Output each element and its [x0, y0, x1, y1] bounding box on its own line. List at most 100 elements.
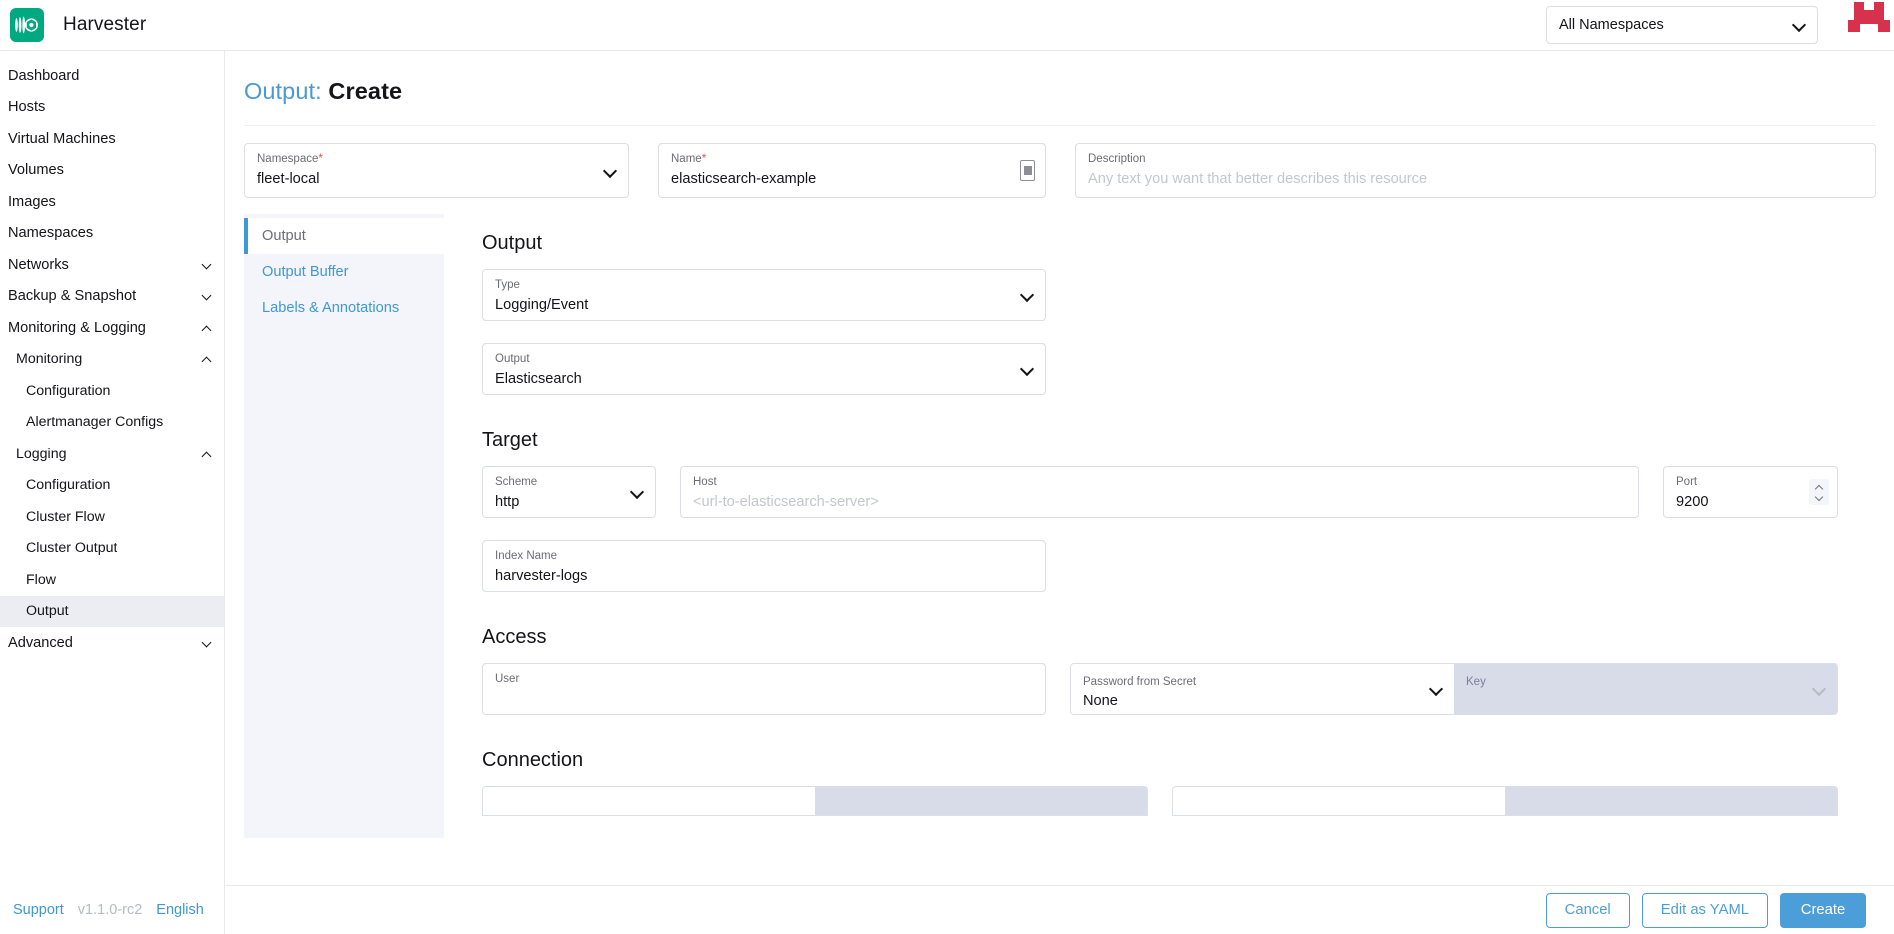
tab-list: Output Output Buffer Labels & Annotation… [244, 214, 444, 838]
password-from-secret-select[interactable]: Password from Secret None [1071, 664, 1454, 714]
rancher-mark-icon[interactable] [1848, 2, 1890, 48]
sidebar-item-hosts[interactable]: Hosts [0, 92, 224, 124]
connection-field-right [815, 787, 1147, 815]
resource-meta-row: Namespace* fleet-local Name* elasticsear… [226, 126, 1894, 198]
output-label: Output [495, 352, 1033, 366]
description-field[interactable]: Description Any text you want that bette… [1075, 143, 1876, 198]
sidebar-item-cluster-output[interactable]: Cluster Output [0, 533, 224, 565]
section-title-output: Output [482, 232, 1838, 255]
chevron-up-icon [202, 323, 212, 333]
support-link[interactable]: Support [13, 902, 64, 918]
sidebar-item-cluster-flow[interactable]: Cluster Flow [0, 501, 224, 533]
connection-field-right [1505, 787, 1837, 815]
scheme-select[interactable]: Scheme http [482, 466, 656, 518]
sidebar-item-label: Cluster Output [26, 540, 117, 556]
tab-labels-and-annotations[interactable]: Labels & Annotations [244, 290, 444, 326]
port-input[interactable]: Port 9200 [1663, 466, 1838, 518]
number-stepper-icon[interactable] [1809, 479, 1829, 505]
description-label: Description [1088, 152, 1863, 166]
sidebar-item-virtual-machines[interactable]: Virtual Machines [0, 123, 224, 155]
secret-key-select: Key [1454, 664, 1837, 714]
sidebar-item-label: Volumes [8, 162, 64, 178]
section-title-connection: Connection [482, 749, 1838, 772]
password-from-secret-value: None [1083, 693, 1442, 709]
chevron-down-icon [202, 291, 212, 301]
brand-name: Harvester [63, 14, 146, 36]
type-select[interactable]: Type Logging/Event [482, 269, 1046, 321]
description-placeholder: Any text you want that better describes … [1088, 169, 1863, 190]
tab-label: Output Buffer [262, 264, 349, 280]
brand[interactable]: Harvester [0, 8, 225, 42]
sidebar-nav: Dashboard Hosts Virtual Machines Volumes… [0, 51, 225, 900]
connection-field-pair-1[interactable] [482, 786, 1148, 816]
access-row: User Password from Secret None Key [482, 663, 1838, 715]
sidebar-item-logging-configuration[interactable]: Configuration [0, 470, 224, 502]
port-value: 9200 [1676, 492, 1825, 513]
port-label: Port [1676, 475, 1825, 489]
chevron-up-icon [202, 449, 212, 459]
main-content: Output: Create Namespace* fleet-local Na… [226, 51, 1894, 885]
page-title-action: Create [328, 78, 402, 104]
chevron-down-icon [1430, 683, 1442, 695]
tab-label: Labels & Annotations [262, 300, 399, 316]
generate-name-icon[interactable] [1020, 160, 1035, 181]
sidebar-item-label: Flow [26, 572, 56, 588]
section-title-access: Access [482, 626, 1838, 649]
user-input[interactable]: User [482, 663, 1046, 715]
namespace-filter-select[interactable]: All Namespaces [1546, 6, 1818, 44]
connection-field-left[interactable] [1173, 787, 1505, 815]
sidebar-item-alertmanager-configs[interactable]: Alertmanager Configs [0, 407, 224, 439]
stepper-down[interactable] [1815, 494, 1823, 499]
sidebar-item-images[interactable]: Images [0, 186, 224, 218]
connection-field-pair-2[interactable] [1172, 786, 1838, 816]
cancel-button[interactable]: Cancel [1546, 893, 1630, 928]
sidebar-item-backup-and-snapshot[interactable]: Backup & Snapshot [0, 281, 224, 313]
sidebar-item-label: Monitoring [16, 351, 82, 367]
index-name-input[interactable]: Index Name harvester-logs [482, 540, 1046, 592]
sidebar-item-label: Dashboard [8, 68, 79, 84]
name-field[interactable]: Name* elasticsearch-example [658, 143, 1046, 198]
sidebar-item-monitoring-and-logging[interactable]: Monitoring & Logging [0, 312, 224, 344]
sidebar-item-flow[interactable]: Flow [0, 564, 224, 596]
stepper-up[interactable] [1815, 485, 1823, 490]
connection-field-left[interactable] [483, 787, 815, 815]
sidebar-item-networks[interactable]: Networks [0, 249, 224, 281]
tab-output-buffer[interactable]: Output Buffer [244, 254, 444, 290]
create-button[interactable]: Create [1780, 893, 1866, 928]
sidebar-item-monitoring-configuration[interactable]: Configuration [0, 375, 224, 407]
namespace-label: Namespace* [257, 152, 616, 166]
host-input[interactable]: Host <url-to-elasticsearch-server> [680, 466, 1639, 518]
tab-label: Output [262, 228, 306, 244]
type-label: Type [495, 278, 1033, 292]
sidebar-item-advanced[interactable]: Advanced [0, 627, 224, 659]
sidebar-item-namespaces[interactable]: Namespaces [0, 218, 224, 250]
sidebar-item-dashboard[interactable]: Dashboard [0, 60, 224, 92]
sidebar-item-label: Hosts [8, 99, 45, 115]
sidebar-item-label: Namespaces [8, 225, 93, 241]
sidebar-item-label: Output [26, 603, 69, 619]
sidebar-item-label: Advanced [8, 635, 73, 651]
page-title: Output: Create [226, 51, 1894, 105]
output-select[interactable]: Output Elasticsearch [482, 343, 1046, 395]
edit-as-yaml-button[interactable]: Edit as YAML [1642, 893, 1768, 928]
type-value: Logging/Event [495, 295, 1033, 316]
language-link[interactable]: English [156, 902, 204, 918]
required-marker: * [702, 153, 706, 165]
output-type-row: Type Logging/Event [482, 269, 1838, 321]
chevron-down-icon [1793, 19, 1805, 31]
tab-output[interactable]: Output [244, 218, 444, 254]
sidebar-item-logging[interactable]: Logging [0, 438, 224, 470]
host-label: Host [693, 475, 1626, 489]
sidebar-item-label: Configuration [26, 383, 110, 399]
name-label: Name* [671, 152, 1033, 166]
sidebar-item-monitoring[interactable]: Monitoring [0, 344, 224, 376]
sidebar-item-output[interactable]: Output [0, 596, 224, 628]
top-bar: Harvester All Namespaces [0, 0, 1894, 51]
harvester-logo-icon [10, 8, 44, 42]
chevron-down-icon [202, 260, 212, 270]
sidebar-item-label: Backup & Snapshot [8, 288, 136, 304]
namespace-select[interactable]: Namespace* fleet-local [244, 143, 629, 198]
index-name-row: Index Name harvester-logs [482, 540, 1838, 592]
sidebar-item-volumes[interactable]: Volumes [0, 155, 224, 187]
host-placeholder: <url-to-elasticsearch-server> [693, 492, 1626, 513]
